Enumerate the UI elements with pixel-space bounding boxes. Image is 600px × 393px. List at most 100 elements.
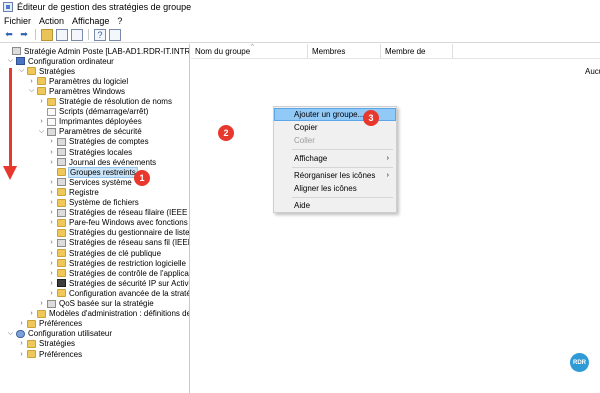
- menu-item-label: Aide: [294, 201, 311, 210]
- tree-node-label: Scripts (démarrage/arrêt): [59, 107, 149, 117]
- watermark-logo: RDR: [570, 353, 589, 372]
- tree-node[interactable]: › Préférences: [18, 349, 82, 359]
- collapsed-chevron-icon[interactable]: ›: [18, 339, 25, 349]
- menu-fichier[interactable]: Fichier: [4, 16, 31, 26]
- collapsed-chevron-icon[interactable]: ›: [48, 198, 55, 208]
- tree-node-label: Stratégie de résolution de noms: [59, 97, 172, 106]
- expanded-chevron-icon[interactable]: ⌵: [7, 56, 14, 66]
- tree-node[interactable]: ⌵ Paramètres Windows: [28, 86, 125, 96]
- menu-affichage[interactable]: Affichage: [72, 16, 109, 26]
- annotation-badge-2: 2: [218, 125, 234, 141]
- back-arrow-icon[interactable]: ⬅: [3, 29, 15, 41]
- collapsed-chevron-icon[interactable]: ›: [48, 258, 55, 268]
- collapsed-chevron-icon[interactable]: ›: [28, 76, 35, 86]
- menu-item-aligner-les-icones[interactable]: Aligner les icônes: [275, 183, 395, 194]
- tree-node-label: Configuration utilisateur: [28, 329, 113, 339]
- folder-icon: [57, 218, 66, 227]
- tree-node[interactable]: › Stratégies de réseau sans fil (IEEE 802…: [48, 238, 189, 248]
- expanded-chevron-icon[interactable]: ⌵: [18, 66, 25, 76]
- tree-node[interactable]: › Pare-feu Windows avec fonctions ava: [48, 218, 189, 228]
- no-expander: [48, 167, 55, 177]
- column-header-membre-de[interactable]: Membre de: [381, 44, 453, 58]
- collapsed-chevron-icon[interactable]: ›: [38, 97, 45, 107]
- tree-node[interactable]: › Stratégies de comptes: [48, 137, 148, 147]
- menu-item-copier[interactable]: Copier: [275, 122, 395, 133]
- user-icon: [16, 329, 25, 338]
- tree-node-label: Journal des événements: [69, 157, 157, 167]
- tree-node[interactable]: › Stratégies de réseau filaire (IEEE 802.…: [48, 208, 189, 218]
- tree-node[interactable]: › Préférences: [18, 319, 82, 329]
- collapsed-chevron-icon[interactable]: ›: [48, 157, 55, 167]
- collapsed-chevron-icon[interactable]: ›: [48, 238, 55, 248]
- collapsed-chevron-icon[interactable]: ›: [48, 278, 55, 288]
- folder-icon: [57, 188, 66, 197]
- menu-action[interactable]: Action: [39, 16, 64, 26]
- tree-node[interactable]: ⌵ Paramètres de sécurité: [38, 127, 142, 137]
- help-icon[interactable]: ?: [94, 28, 106, 41]
- menu-item-reorganiser-les-icones[interactable]: Réorganiser les icônes ›: [275, 170, 395, 181]
- collapsed-chevron-icon[interactable]: ›: [48, 218, 55, 228]
- collapsed-chevron-icon[interactable]: ›: [48, 187, 55, 197]
- tree-node[interactable]: › Stratégies de clé publique: [48, 248, 161, 258]
- tree-node-label: Registre: [69, 187, 99, 197]
- collapsed-chevron-icon[interactable]: ›: [38, 299, 45, 309]
- menu-separator: [292, 167, 393, 168]
- expanded-chevron-icon[interactable]: ⌵: [38, 127, 45, 137]
- menu-item-label: Réorganiser les icônes: [294, 171, 376, 180]
- collapsed-chevron-icon[interactable]: ›: [48, 177, 55, 187]
- tree-node[interactable]: › Stratégies de contrôle de l'application: [48, 268, 189, 278]
- column-header-nom-du-groupe[interactable]: Nom du groupe: [191, 44, 308, 58]
- export-icon[interactable]: [71, 28, 83, 41]
- tree-node[interactable]: › Modèles d'administration : définitions …: [28, 309, 189, 319]
- column-header-membres[interactable]: Membres: [308, 44, 381, 58]
- tree-node[interactable]: › Stratégies locales: [48, 147, 132, 157]
- collapsed-chevron-icon[interactable]: ›: [48, 248, 55, 258]
- tree-node-label: Stratégies de réseau sans fil (IEEE 802.…: [69, 238, 189, 248]
- console-tree[interactable]: Stratégie Admin Poste [LAB-AD1.RDR-IT.IN…: [0, 44, 190, 393]
- collapsed-chevron-icon[interactable]: ›: [28, 309, 35, 319]
- tree-node[interactable]: › Système de fichiers: [48, 198, 138, 208]
- up-folder-icon[interactable]: [41, 28, 53, 41]
- expanded-chevron-icon[interactable]: ⌵: [7, 329, 14, 339]
- tree-node[interactable]: › Stratégies de restriction logicielle: [48, 258, 186, 268]
- collapsed-chevron-icon[interactable]: ›: [48, 268, 55, 278]
- computer-icon: [16, 57, 25, 66]
- tree-node[interactable]: ⌵ Configuration ordinateur: [7, 56, 114, 66]
- tree-node[interactable]: Stratégie Admin Poste [LAB-AD1.RDR-IT.IN…: [3, 46, 189, 56]
- tree-node[interactable]: ⌵ Configuration utilisateur: [7, 329, 112, 339]
- tree-node[interactable]: › Registre: [48, 187, 99, 197]
- tree-node[interactable]: Stratégies du gestionnaire de listes de: [48, 228, 189, 238]
- details-pane[interactable]: Nom du groupe ^ Membres Membre de Aucu: [191, 44, 600, 393]
- menu-item-affichage[interactable]: Affichage ›: [275, 153, 395, 164]
- tree-node[interactable]: › Imprimantes déployées: [38, 117, 141, 127]
- tree-node[interactable]: › Journal des événements: [48, 157, 156, 167]
- tree-node-label: Services système: [69, 177, 132, 187]
- tree-node[interactable]: Groupes restreints: [48, 166, 138, 178]
- collapsed-chevron-icon[interactable]: ›: [48, 208, 55, 218]
- console-icon[interactable]: [109, 28, 121, 41]
- collapsed-chevron-icon[interactable]: ›: [18, 349, 25, 359]
- tree-node[interactable]: › QoS basée sur la stratégie: [38, 299, 153, 309]
- policy-icon: [47, 127, 56, 136]
- tree-node[interactable]: › Paramètres du logiciel: [28, 76, 128, 86]
- tree-node[interactable]: ⌵ Stratégies: [18, 66, 75, 76]
- collapsed-chevron-icon[interactable]: ›: [48, 147, 55, 157]
- properties-icon[interactable]: [56, 28, 68, 41]
- tree-node[interactable]: › Stratégie de résolution de noms: [38, 97, 172, 107]
- collapsed-chevron-icon[interactable]: ›: [48, 137, 55, 147]
- folder-icon: [57, 259, 66, 268]
- collapsed-chevron-icon[interactable]: ›: [48, 288, 55, 298]
- tree-node[interactable]: Scripts (démarrage/arrêt): [38, 107, 148, 117]
- collapsed-chevron-icon[interactable]: ›: [18, 319, 25, 329]
- tree-node[interactable]: › Stratégies: [18, 339, 75, 349]
- tree-node[interactable]: › Configuration avancée de la stratégie: [48, 288, 189, 298]
- menu-item-aide[interactable]: Aide: [275, 200, 395, 211]
- tree-node[interactable]: › Services système: [48, 177, 132, 187]
- expanded-chevron-icon[interactable]: ⌵: [28, 86, 35, 96]
- tree-node[interactable]: › Stratégies de sécurité IP sur Active Di…: [48, 278, 189, 288]
- policy-icon: [57, 148, 66, 156]
- folder-icon: [37, 309, 46, 318]
- forward-arrow-icon[interactable]: ➡: [18, 29, 30, 41]
- collapsed-chevron-icon[interactable]: ›: [38, 117, 45, 127]
- menu-help[interactable]: ?: [117, 16, 122, 26]
